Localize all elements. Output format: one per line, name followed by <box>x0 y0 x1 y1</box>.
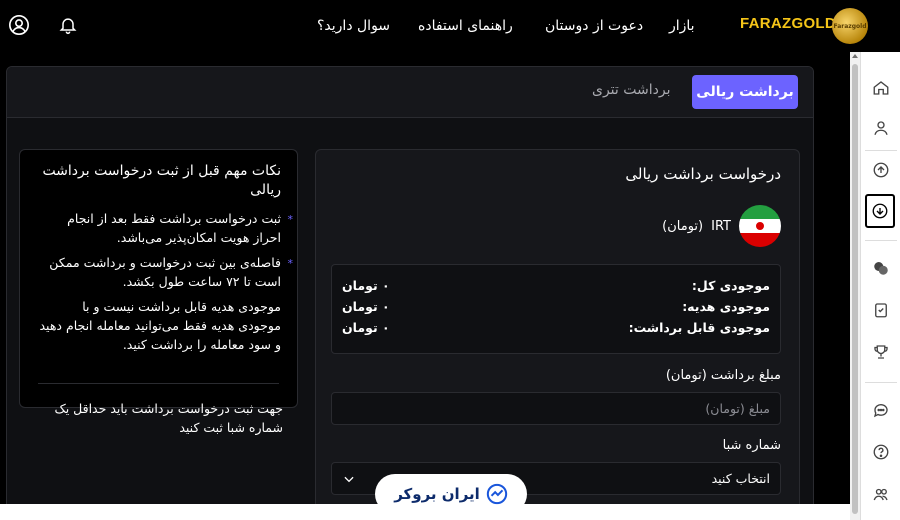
nav-invite-label[interactable]: دعوت از دوستان <box>545 18 643 34</box>
nav-faq[interactable]: سوال دارید؟ <box>317 0 390 52</box>
nav-market[interactable]: بازار <box>669 0 695 52</box>
scroll-up-arrow-icon[interactable] <box>852 54 858 58</box>
balance-value: ۰ تومان <box>342 299 390 314</box>
balance-row: موجودی قابل برداشت: ۰ تومان <box>342 317 770 338</box>
tab-rial-withdraw[interactable]: برداشت ریالی <box>692 75 798 109</box>
watermark-text: ایران بروکر <box>394 485 480 503</box>
currency-name: (تومان) <box>662 218 704 234</box>
chevron-down-icon <box>344 476 354 482</box>
amount-label: مبلغ برداشت (تومان) <box>665 368 781 383</box>
users-group-icon[interactable] <box>869 482 893 506</box>
note-paragraph: موجودی هدیه قابل برداشت نیست و با موجودی… <box>39 299 282 352</box>
balance-value: ۰ تومان <box>342 278 390 293</box>
profile-icon[interactable] <box>869 116 893 140</box>
notes-divider <box>38 383 279 384</box>
notes-footer: جهت ثبت درخواست برداشت باید حداقل یک شما… <box>54 401 284 435</box>
note-item: * فاصله‌ی بین ثبت درخواست و برداشت ممکن … <box>36 253 293 291</box>
notes-title: نکات مهم قبل از ثبت درخواست برداشت ریالی <box>42 163 281 198</box>
amount-input[interactable] <box>331 392 781 425</box>
currency-row: IRT (تومان) <box>662 205 781 247</box>
clipboard-check-icon[interactable] <box>869 298 893 322</box>
nav-invite-friends[interactable]: دعوت از دوستان <box>545 0 643 52</box>
nav-market-label[interactable]: بازار <box>669 18 695 34</box>
note-text: فاصله‌ی بین ثبت درخواست و برداشت ممکن اس… <box>49 255 281 289</box>
bullet-star-icon: * <box>287 213 294 226</box>
form-title: درخواست برداشت ریالی <box>625 165 781 183</box>
withdraw-form-card: درخواست برداشت ریالی IRT (تومان) موجودی … <box>315 149 800 519</box>
note-item: * ثبت درخواست برداشت فقط بعد از انجام اح… <box>36 209 293 247</box>
user-account-icon[interactable] <box>6 12 32 38</box>
trophy-icon[interactable] <box>869 340 893 364</box>
top-bar: سوال دارید؟ راهنمای استفاده دعوت از دوست… <box>0 0 900 52</box>
currency-code: IRT <box>711 218 731 234</box>
deposit-arrow-up-icon[interactable] <box>869 158 893 182</box>
coins-icon[interactable] <box>869 256 893 280</box>
balance-row: موجودی هدیه: ۰ تومان <box>342 296 770 317</box>
withdraw-arrow-down-icon[interactable] <box>865 194 895 228</box>
note-text: ثبت درخواست برداشت فقط بعد از انجام احرا… <box>67 211 281 245</box>
withdraw-panel: برداشت تتری برداشت ریالی نکات مهم قبل از… <box>6 66 814 520</box>
brand-logo[interactable]: Farazgold <box>832 8 868 44</box>
balance-label: موجودی کل: <box>691 278 770 293</box>
nav-guide[interactable]: راهنمای استفاده <box>418 0 513 52</box>
sheba-label: شماره شبا <box>722 438 781 453</box>
notification-bell-icon[interactable] <box>55 12 81 38</box>
nav-guide-label[interactable]: راهنمای استفاده <box>418 18 513 34</box>
watermark-logo: ایران بروکر <box>375 474 527 514</box>
notes-card: نکات مهم قبل از ثبت درخواست برداشت ریالی… <box>19 149 298 408</box>
page-scrollbar[interactable] <box>850 52 860 520</box>
balance-label: موجودی قابل برداشت: <box>628 320 770 335</box>
brand-logo-text: Farazgold <box>833 22 867 30</box>
tab-tether-withdraw[interactable]: برداشت تتری <box>592 82 670 98</box>
help-question-icon[interactable] <box>869 440 893 464</box>
balance-label: موجودی هدیه: <box>682 299 770 314</box>
bullet-star-icon: * <box>287 257 294 270</box>
sheba-select-value: انتخاب کنید <box>711 471 770 486</box>
brand-name[interactable]: FARAZGOLD <box>740 15 836 32</box>
home-icon[interactable] <box>869 76 893 100</box>
chat-icon[interactable] <box>869 398 893 422</box>
broker-logo-icon <box>486 483 507 505</box>
balances-box: موجودی کل: ۰ تومان موجودی هدیه: ۰ تومان … <box>331 264 781 354</box>
scroll-thumb[interactable] <box>852 64 858 514</box>
tabs-header: برداشت تتری برداشت ریالی <box>7 67 813 118</box>
right-sidebar <box>860 52 900 520</box>
nav-faq-label[interactable]: سوال دارید؟ <box>317 18 390 34</box>
iran-flag-icon <box>739 205 781 247</box>
balance-row: موجودی کل: ۰ تومان <box>342 275 770 296</box>
app-root: سوال دارید؟ راهنمای استفاده دعوت از دوست… <box>0 0 900 520</box>
balance-value: ۰ تومان <box>342 320 390 335</box>
